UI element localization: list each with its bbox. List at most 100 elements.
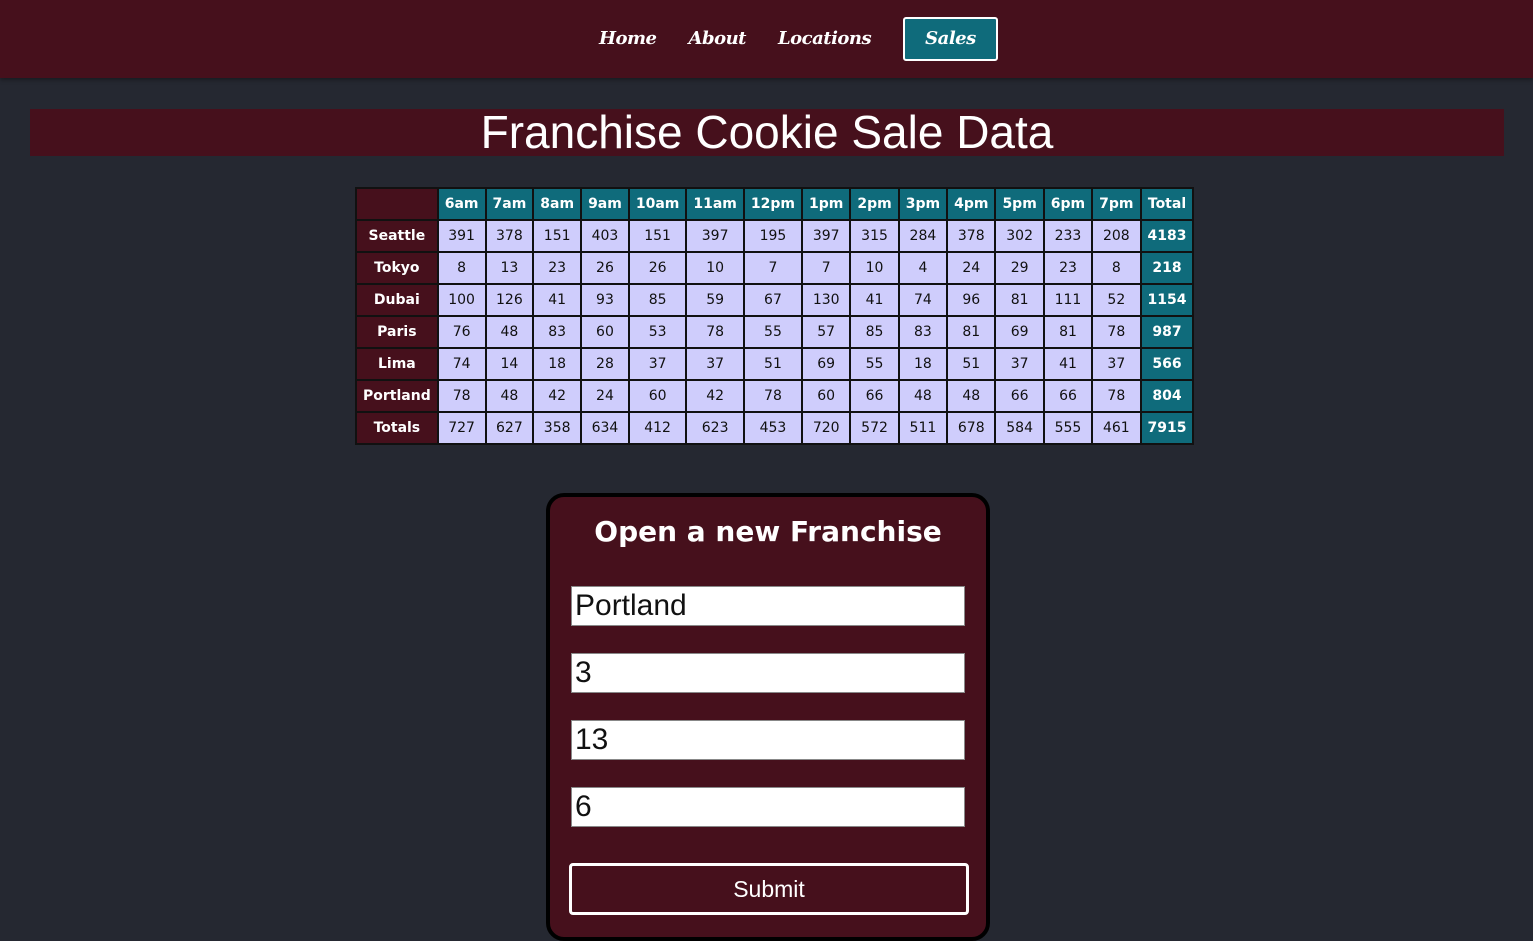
row-total-cell: 1154 [1139,283,1195,317]
top-navigation-bar: Home About Locations Sales [0,0,1533,78]
table-cell: 67 [742,283,804,317]
table-cell: 66 [849,379,900,413]
table-cell: 151 [532,219,583,253]
header-hour: 11am [685,187,745,221]
row-total-cell: 804 [1139,379,1195,413]
table-cell: 81 [1042,315,1094,349]
table-cell: 60 [800,379,852,413]
table-row: Seattle 391 378 151 403 151 397 195 397 315 284 378… [355,219,1195,253]
sales-table-header: 6am 7am 8am 9am 10am 11am 12pm 1pm 2pm 3pm 4pm 5pm 6… [355,187,1195,221]
header-hour: 4pm [946,187,997,221]
table-cell: 74 [897,283,949,317]
table-cell: 151 [627,219,688,253]
table-cell: 37 [1091,347,1142,381]
table-cell: 78 [1091,315,1142,349]
table-row: Portland 78 48 42 24 60 42 78 60 66 48 48 66 66 78 804 [355,379,1195,413]
hourly-total-cell: 412 [627,411,688,445]
table-cell: 78 [742,379,804,413]
table-cell: 315 [849,219,900,253]
form-title: Open a new Franchise [594,515,942,548]
corner-cell [355,187,439,221]
hourly-total-cell: 555 [1042,411,1094,445]
table-cell: 83 [897,315,949,349]
submit-button[interactable]: Submit [569,863,969,915]
table-cell: 66 [1042,379,1094,413]
row-total-cell: 4183 [1139,219,1195,253]
table-cell: 78 [1091,379,1142,413]
nav-link-about[interactable]: About [673,16,762,62]
header-hour: 9am [580,187,630,221]
grand-total-cell: 7915 [1139,411,1195,445]
header-hour: 6pm [1042,187,1094,221]
table-cell: 48 [484,315,535,349]
table-cell: 284 [897,219,949,253]
table-cell: 85 [849,315,900,349]
table-cell: 59 [685,283,745,317]
hourly-total-cell: 461 [1091,411,1142,445]
table-cell: 60 [580,315,630,349]
table-cell: 18 [897,347,949,381]
hourly-total-cell: 572 [849,411,900,445]
avg-cookies-input[interactable] [571,787,965,827]
location-name-input[interactable] [571,586,965,626]
row-location-name: Seattle [355,219,439,253]
table-cell: 55 [742,315,804,349]
hourly-total-cell: 584 [994,411,1045,445]
row-location-name: Paris [355,315,439,349]
header-hour: 10am [627,187,688,221]
row-location-name: Portland [355,379,439,413]
row-total-cell: 566 [1139,347,1195,381]
totals-label: Totals [355,411,439,445]
row-location-name: Tokyo [355,251,439,285]
table-cell: 78 [685,315,745,349]
header-total: Total [1139,187,1195,221]
hourly-total-cell: 511 [897,411,949,445]
table-row: Paris 76 48 83 60 53 78 55 57 85 83 81 69 81 78 987 [355,315,1195,349]
table-cell: 69 [800,347,852,381]
table-cell: 78 [436,379,487,413]
header-hour: 7pm [1091,187,1142,221]
sales-table-body: Seattle 391 378 151 403 151 397 195 397 315 284 378… [355,219,1195,445]
table-cell: 14 [484,347,535,381]
table-cell: 57 [800,315,852,349]
table-cell: 69 [994,315,1045,349]
table-row: Dubai 100 126 41 93 85 59 67 130 41 74 96 81 111 52 115… [355,283,1195,317]
max-customers-input[interactable] [571,720,965,760]
table-cell: 81 [994,283,1045,317]
table-cell: 4 [897,251,949,285]
sales-table: 6am 7am 8am 9am 10am 11am 12pm 1pm 2pm 3pm 4pm 5pm 6… [355,187,1195,445]
table-cell: 8 [436,251,487,285]
page-title: Franchise Cookie Sale Data [480,106,1054,158]
table-cell: 403 [580,219,630,253]
table-row: Lima 74 14 18 28 37 37 51 69 55 18 51 37 41 37 566 [355,347,1195,381]
nav-link-sales[interactable]: Sales [903,17,998,61]
table-cell: 48 [897,379,949,413]
table-cell: 96 [946,283,997,317]
table-cell: 66 [994,379,1045,413]
table-cell: 37 [994,347,1045,381]
hourly-total-cell: 358 [532,411,583,445]
table-cell: 55 [849,347,900,381]
table-cell: 28 [580,347,630,381]
nav-link-home[interactable]: Home [583,16,673,62]
table-row: Tokyo 8 13 23 26 26 10 7 7 10 4 24 29 23 8 218 [355,251,1195,285]
min-customers-input[interactable] [571,653,965,693]
table-cell: 126 [484,283,535,317]
table-cell: 83 [532,315,583,349]
table-cell: 23 [1042,251,1094,285]
table-cell: 397 [800,219,852,253]
nav-link-locations[interactable]: Locations [762,16,887,62]
title-banner: Franchise Cookie Sale Data [30,109,1504,156]
table-cell: 13 [484,251,535,285]
table-cell: 10 [849,251,900,285]
table-cell: 8 [1091,251,1142,285]
table-cell: 111 [1042,283,1094,317]
table-cell: 208 [1091,219,1142,253]
table-cell: 37 [627,347,688,381]
hourly-total-cell: 627 [484,411,535,445]
table-cell: 76 [436,315,487,349]
row-total-cell: 987 [1139,315,1195,349]
table-cell: 100 [436,283,487,317]
row-location-name: Lima [355,347,439,381]
new-franchise-form: Open a new Franchise Submit [546,493,990,941]
